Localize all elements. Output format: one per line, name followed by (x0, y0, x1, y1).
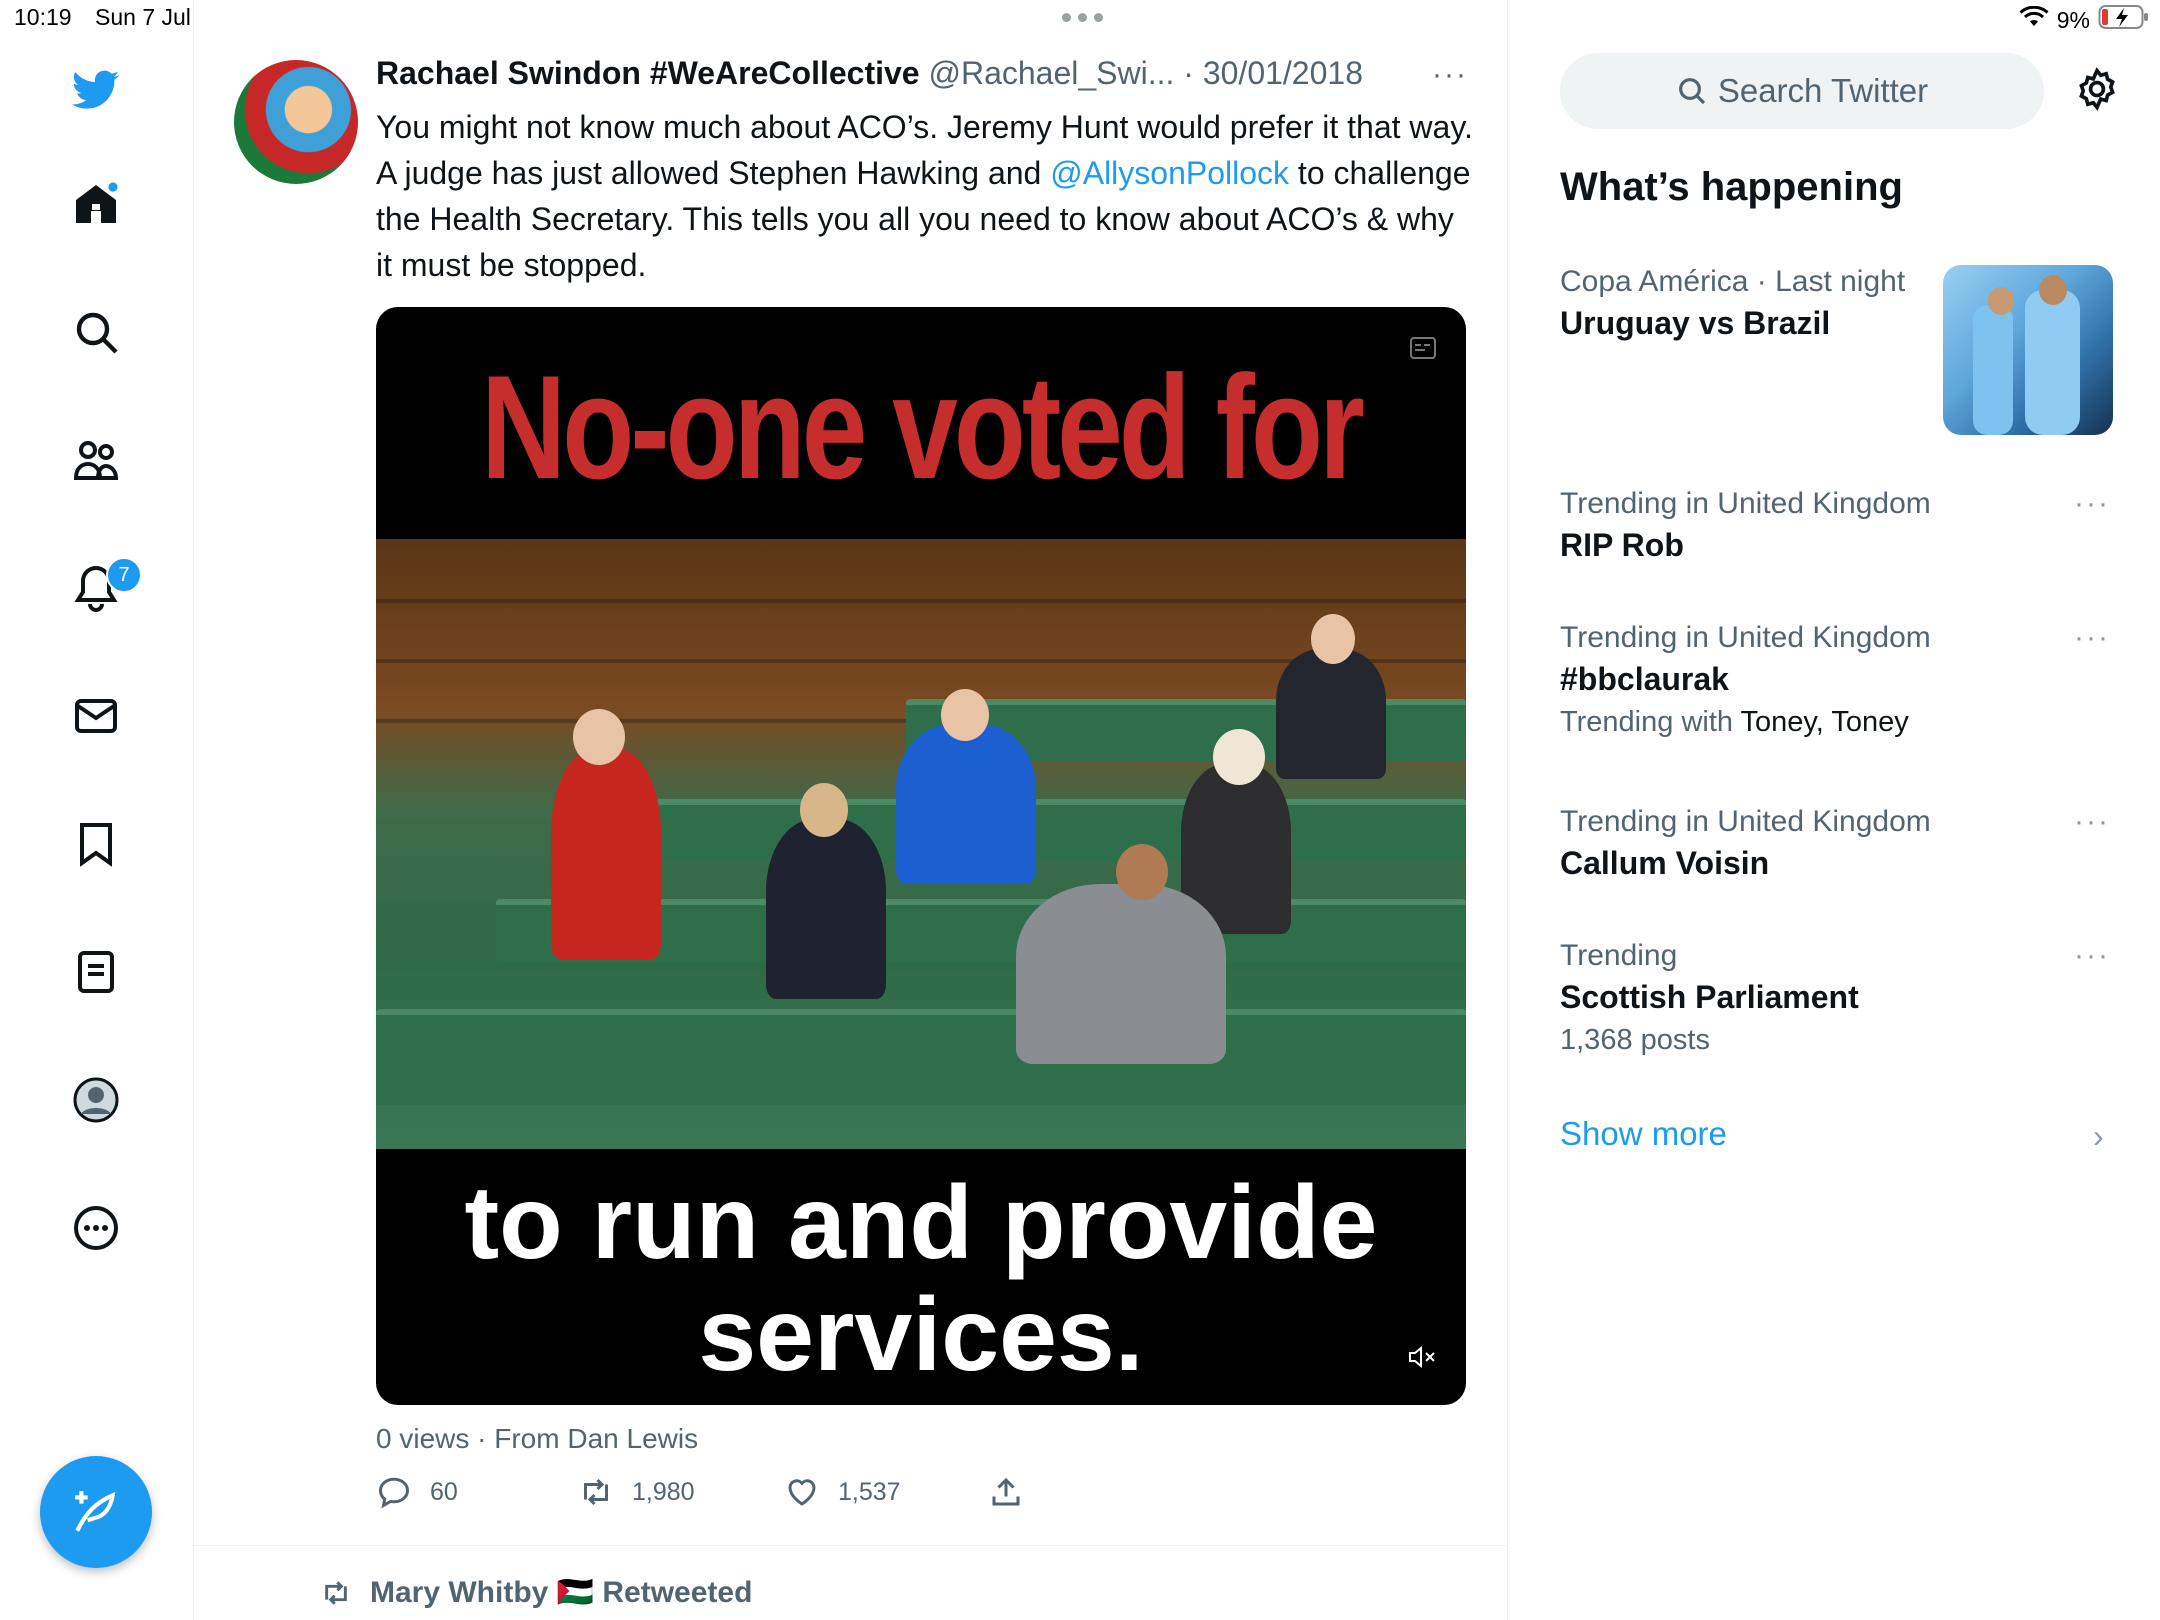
search-icon (1678, 78, 1705, 105)
trend-post-count: 1,368 posts (1560, 1024, 1710, 1056)
author-handle-date[interactable]: @Rachael_Swi... · 30/01/2018 (920, 55, 1363, 91)
feather-plus-icon (75, 1491, 116, 1532)
share-icon (992, 1477, 1020, 1506)
right-divider (1507, 0, 1508, 1620)
trend-context: Trending in United Kingdom (1560, 621, 1931, 654)
retweeted-by-label: Mary Whitby 🇵🇸 Retweeted (370, 1576, 753, 1609)
chevron-right-icon[interactable]: › (2093, 1118, 2104, 1155)
retweet-count: 1,980 (632, 1477, 695, 1506)
author-avatar[interactable] (234, 60, 358, 184)
reply-button[interactable]: 60 (376, 1474, 458, 1510)
notification-badge: 7 (106, 557, 142, 593)
reply-count: 60 (430, 1477, 458, 1506)
tweet-divider (193, 1545, 1507, 1546)
retweet-icon (325, 1580, 347, 1605)
trend-more-button[interactable]: ··· (2074, 621, 2110, 655)
retweeted-by[interactable]: Mary Whitby 🇵🇸 Retweeted (316, 1575, 752, 1610)
trend-title: #bbclaurak (1560, 661, 1729, 697)
left-divider (193, 0, 194, 1620)
heart-icon (788, 1479, 816, 1506)
compose-tweet-button[interactable] (40, 1456, 152, 1568)
battery-percent: 9% (2056, 6, 2090, 33)
trend-title: Scottish Parliament (1560, 979, 1859, 1015)
settings-gear-icon[interactable] (2075, 67, 2119, 116)
trend-subtitle: Trending with Toney, Toney (1560, 706, 2110, 739)
tweet-text: You might not know much about ACO’s. Jer… (376, 104, 1476, 288)
mention-link[interactable]: @AllysonPollock (1050, 155, 1289, 191)
trend-context: Trending (1560, 939, 1678, 972)
tweet-meta: 0 views · From Dan Lewis (376, 1423, 699, 1454)
status-date: Sun 7 Jul (95, 4, 191, 30)
trend-title: Callum Voisin (1560, 845, 1770, 881)
show-more-link[interactable]: Show more (1560, 1115, 1727, 1153)
trend-more-button[interactable]: ··· (2074, 487, 2110, 521)
twitter-bird-icon[interactable] (68, 62, 124, 118)
battery-charging-icon (2098, 4, 2150, 36)
tweet-video[interactable]: No-one voted for this! to run and provid… (376, 307, 1466, 1405)
video-frame-commons (376, 539, 1466, 1149)
wifi-icon (2019, 5, 2049, 34)
video-caption-bottom: to run and provide services. (464, 1165, 1378, 1393)
home-icon[interactable] (68, 176, 124, 232)
search-placeholder: Search Twitter (1717, 72, 1929, 109)
trend-item-scottish-parliament[interactable]: Trending Scottish Parliament 1,368 posts… (1560, 939, 2110, 1057)
trend-item-callum-voisin[interactable]: Trending in United Kingdom Callum Voisin… (1560, 805, 2110, 882)
communities-icon[interactable] (68, 432, 124, 488)
trend-more-button[interactable]: ··· (2074, 805, 2110, 839)
trend-thumbnail[interactable] (1943, 265, 2113, 435)
trend-context: Trending in United Kingdom (1560, 487, 1931, 520)
status-indicators: 9% (2019, 4, 2150, 36)
trending-with-names[interactable]: Toney, Toney (1741, 706, 1909, 738)
captions-icon[interactable] (1410, 337, 1436, 364)
profile-avatar-icon[interactable] (68, 1072, 124, 1128)
tweet-header: Rachael Swindon #WeAreCollective @Rachae… (376, 55, 1363, 92)
multitasking-dots[interactable] (1062, 13, 1103, 22)
trend-context: Trending in United Kingdom (1560, 805, 1931, 838)
trend-item-rip-rob[interactable]: Trending in United Kingdom RIP Rob ··· (1560, 487, 2110, 564)
trend-item-bbclaurak[interactable]: Trending in United Kingdom #bbclaurak Tr… (1560, 621, 2110, 739)
bookmarks-icon[interactable] (68, 816, 124, 872)
like-button[interactable]: 1,537 (784, 1474, 901, 1510)
search-icon[interactable] (68, 304, 124, 360)
author-name[interactable]: Rachael Swindon #WeAreCollective (376, 55, 920, 91)
trend-more-button[interactable]: ··· (2074, 939, 2110, 973)
mute-icon[interactable] (1408, 1344, 1438, 1375)
share-button[interactable] (988, 1474, 1024, 1510)
whats-happening-title: What’s happening (1560, 165, 1903, 209)
reply-icon (378, 1477, 410, 1509)
retweet-button[interactable]: 1,980 (578, 1474, 695, 1510)
retweet-icon (584, 1478, 608, 1506)
trending-with-label: Trending with (1560, 706, 1741, 738)
search-twitter-input[interactable]: Search Twitter (1560, 53, 2044, 129)
trend-title: RIP Rob (1560, 527, 1684, 563)
tweet-more-button[interactable]: ··· (1432, 58, 1468, 92)
messages-envelope-icon[interactable] (68, 688, 124, 744)
lists-icon[interactable] (68, 944, 124, 1000)
more-circle-icon[interactable] (68, 1200, 124, 1256)
like-count: 1,537 (838, 1477, 901, 1506)
status-time: 10:19 (14, 4, 72, 30)
